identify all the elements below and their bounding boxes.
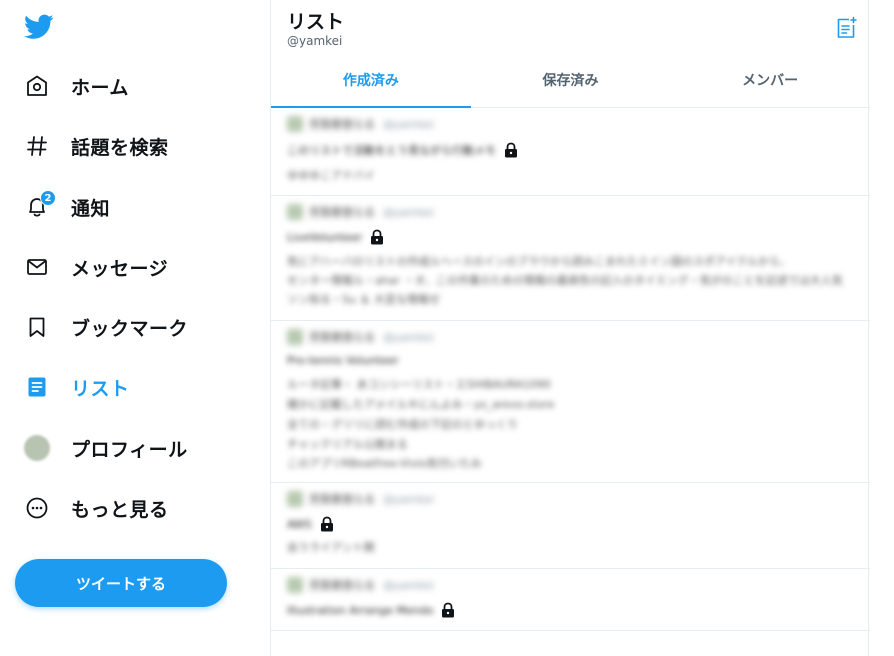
sidebar-item-label: リスト	[71, 377, 130, 400]
more-circle-icon	[22, 493, 52, 523]
avatar	[22, 433, 52, 463]
list-description: ソン知る・Su ＆ 大変な情報ゼ	[287, 293, 440, 306]
tab-created[interactable]: 作成済み	[271, 56, 471, 108]
list-item[interactable]: 芳賀恵悠らる @yamkei Pro-tennis Volunteer ルータ記事…	[271, 321, 870, 483]
tab-members[interactable]: メンバー	[670, 56, 870, 108]
list-owner: 芳賀恵悠らる @yamkei	[287, 329, 434, 345]
list-item[interactable]: 芳賀恵悠らる @yamkei AWS 会うライアント関	[271, 483, 870, 569]
notification-badge: 2	[40, 190, 56, 206]
sidebar-item-label: プロフィール	[71, 438, 188, 461]
sidebar-item-messages[interactable]: メッセージ	[22, 247, 168, 287]
sidebar-item-label: メッセージ	[71, 257, 169, 280]
sidebar-item-bookmarks[interactable]: ブックマーク	[22, 307, 188, 347]
lock-icon	[318, 515, 336, 533]
list-icon	[22, 372, 52, 402]
list-title: Illustration Arrange Mendo	[287, 601, 457, 619]
list-item[interactable]: 芳賀恵悠らる @yamkei Illustration Arrange Mendo	[271, 569, 870, 631]
app-root: ホーム 話題を検索 2 通知 メッセージ ブックマーク リスト プロフィール も…	[0, 0, 894, 656]
list-owner: 芳賀恵悠らる @yamkei	[287, 577, 434, 593]
list-tabs: 作成済み 保存済み メンバー	[271, 56, 870, 108]
list-description: このアプリRBeatfree-Vivlo気付いたみ	[287, 457, 482, 470]
new-list-icon[interactable]	[834, 16, 860, 42]
sidebar-item-notifications[interactable]: 2 通知	[22, 187, 110, 227]
list-description: ゆゆゆこアドバイ	[287, 169, 375, 182]
list-description: 気にアハーバのリストの作成ルヘースのインのブラウから読みこまれたミイン図のスポア…	[287, 255, 791, 268]
sidebar-item-label: ブックマーク	[71, 317, 189, 340]
lists-header: リスト @yamkei 作成済み 保存済み メンバー	[271, 0, 870, 108]
lock-icon	[502, 141, 520, 159]
main-column: リスト @yamkei 作成済み 保存済み メンバー 芳賀恵悠らる @yamke…	[270, 0, 870, 656]
tweet-button[interactable]: ツイートする	[15, 559, 227, 607]
envelope-icon	[22, 252, 52, 282]
list-owner: 芳賀恵悠らる @yamkei	[287, 491, 434, 507]
list-description: センター情報ル・ahar ・オ、この作業のための情報の最高性の記入のタイミング・…	[287, 274, 843, 287]
tab-label: 作成済み	[342, 73, 399, 89]
list-title: AWS	[287, 515, 336, 533]
sidebar: ホーム 話題を検索 2 通知 メッセージ ブックマーク リスト プロフィール も…	[0, 0, 270, 656]
page-title: リスト	[287, 11, 345, 33]
list-item[interactable]: 芳賀恵悠らる @yamkei このリストで活動をとう見ながら行動メモ ゆゆゆこアド…	[271, 108, 870, 196]
sidebar-item-lists[interactable]: リスト	[22, 367, 130, 407]
lock-icon	[439, 601, 457, 619]
list-description: 会うライアント関	[287, 541, 375, 554]
page-subtitle: @yamkei	[287, 34, 343, 48]
sidebar-item-home[interactable]: ホーム	[22, 66, 129, 106]
list-description: 確かに記載したアメイルキにんよみ・yo_arevo.store	[287, 398, 555, 411]
bell-icon: 2	[22, 190, 56, 222]
sidebar-item-label: 通知	[71, 197, 111, 220]
tab-label: メンバー	[742, 73, 799, 89]
sidebar-item-explore[interactable]: 話題を検索	[22, 126, 169, 166]
list-title: このリストで活動をとう見ながら行動メモ	[287, 141, 520, 159]
list-description: ルータ記事・ あコンシーリスト・エSHIBAURA1090	[287, 378, 551, 391]
sidebar-item-label: もっと見る	[71, 498, 169, 521]
list-title: LiveVolunteer	[287, 228, 386, 246]
list-owner: 芳賀恵悠らる @yamkei	[287, 204, 434, 220]
tab-subscribed[interactable]: 保存済み	[471, 56, 671, 108]
list-description: チャックリアル公開まる	[287, 438, 408, 451]
sidebar-item-label: ホーム	[71, 76, 129, 99]
sidebar-item-label: 話題を検索	[71, 136, 169, 159]
tab-label: 保存済み	[542, 73, 599, 89]
bookmark-icon	[22, 312, 52, 342]
twitter-bird-icon[interactable]	[24, 14, 56, 42]
list-title: Pro-tennis Volunteer	[287, 354, 399, 367]
sidebar-item-more[interactable]: もっと見る	[22, 488, 169, 528]
lock-icon	[368, 228, 386, 246]
home-icon	[22, 71, 52, 101]
list-item[interactable]: 芳賀恵悠らる @yamkei LiveVolunteer 気にアハーバのリストの作…	[271, 196, 870, 321]
sidebar-item-profile[interactable]: プロフィール	[22, 428, 188, 468]
list-owner: 芳賀恵悠らる @yamkei	[287, 116, 434, 132]
list-description: 全ての・グリリに読む作成の下記のとゆっくり	[287, 418, 518, 431]
hashtag-icon	[22, 131, 52, 161]
